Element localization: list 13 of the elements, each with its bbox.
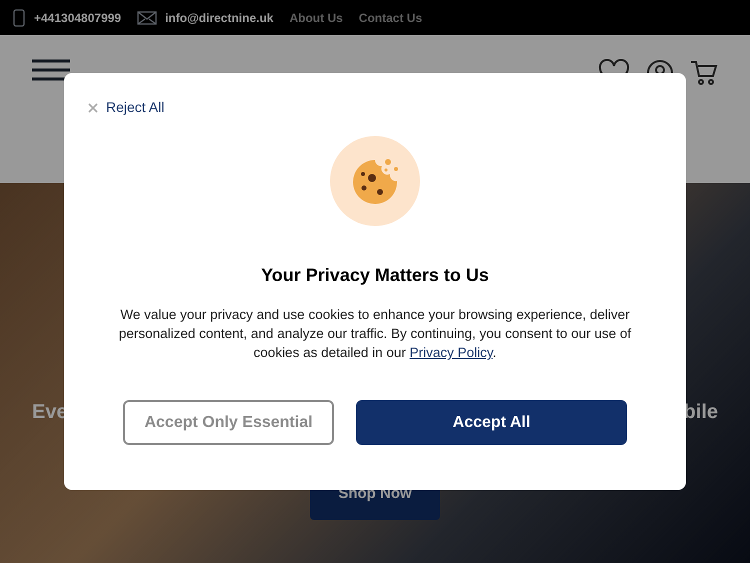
mail-icon [137,10,158,24]
privacy-policy-link[interactable]: Privacy Policy [410,345,493,360]
dialog-title: Your Privacy Matters to Us [261,264,489,287]
cookie-icon [330,136,420,226]
accept-all-button[interactable]: Accept All [356,400,627,445]
dialog-message: We value your privacy and use cookies to enhance your browsing experience, deliver personalized content, and analyze our traffic. By continuing, you consent to our use of cookies as detailed in our Privacy Policy. [118,306,632,362]
phone-number[interactable]: +441304807999 [34,8,122,26]
cart-icon[interactable] [690,59,718,87]
reject-all-button[interactable]: Reject All [88,97,164,118]
close-icon [88,102,98,112]
phone-icon [12,8,26,26]
menu-icon[interactable] [32,59,70,81]
email-address[interactable]: info@directnine.uk [165,8,274,26]
